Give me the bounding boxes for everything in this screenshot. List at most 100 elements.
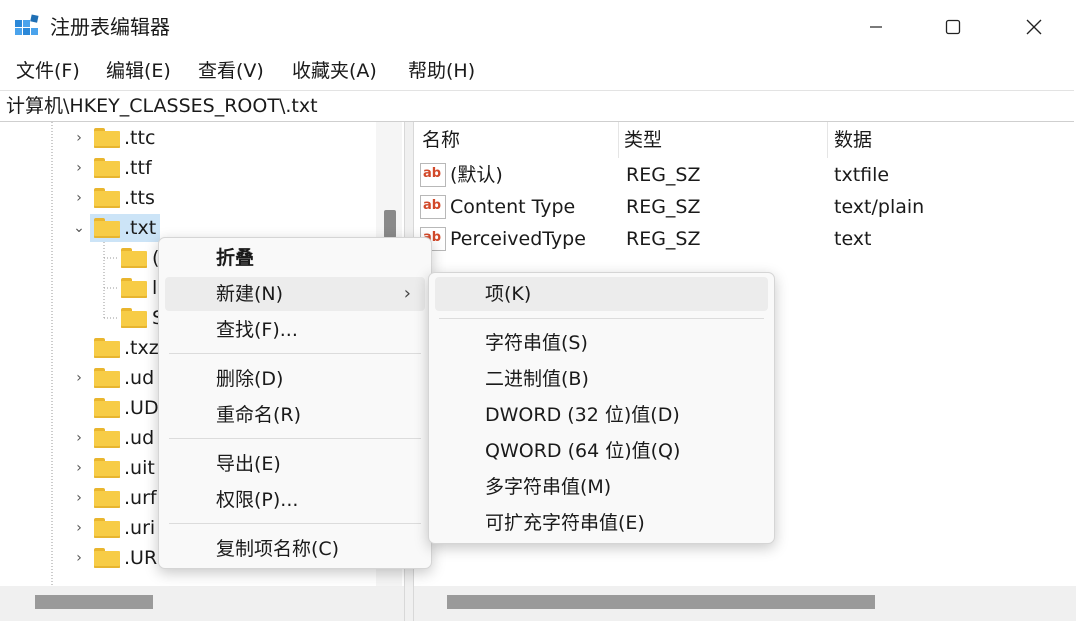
folder-icon [94, 158, 120, 178]
submenu-item-expandable-string-value[interactable]: 可扩充字符串值(E) [435, 506, 768, 540]
menu-item-label: QWORD (64 位)值(Q) [485, 440, 681, 462]
tree-horizontal-scroll-thumb[interactable] [35, 595, 153, 609]
tree-item-label[interactable]: .ttf [124, 153, 152, 183]
menu-edit[interactable]: 编辑(E) [106, 58, 171, 84]
chevron-right-icon[interactable]: › [72, 191, 86, 205]
menu-item-new[interactable]: 新建(N) › [165, 277, 425, 311]
menu-item-label: 可扩充字符串值(E) [485, 512, 645, 534]
folder-icon [94, 368, 120, 388]
menu-item-label: 删除(D) [216, 368, 284, 390]
registry-editor-icon [15, 14, 39, 35]
tree-item-label[interactable]: .ttc [124, 123, 155, 153]
folder-icon [94, 188, 120, 208]
folder-icon [94, 458, 120, 478]
tree-item-label[interactable]: l [152, 273, 157, 303]
menu-item-label: 项(K) [485, 283, 532, 305]
submenu-item-multi-string-value[interactable]: 多字符串值(M) [435, 470, 768, 504]
chevron-down-icon[interactable]: ⌄ [72, 221, 86, 235]
submenu-arrow-icon: › [403, 283, 411, 304]
close-icon [1026, 19, 1042, 35]
menu-separator [169, 353, 421, 354]
chevron-right-icon[interactable]: › [72, 431, 86, 445]
context-menu: 折叠 新建(N) › 查找(F)... 删除(D) 重命名(R) 导出(E) 权… [158, 237, 432, 569]
value-type: REG_SZ [626, 164, 701, 186]
menu-item-export[interactable]: 导出(E) [165, 447, 425, 481]
chevron-right-icon[interactable]: › [72, 521, 86, 535]
value-name[interactable]: Content Type [450, 192, 575, 222]
chevron-right-icon[interactable]: › [72, 131, 86, 145]
chevron-right-icon[interactable]: › [72, 161, 86, 175]
folder-icon [94, 428, 120, 448]
menu-separator [169, 523, 421, 524]
folder-icon [94, 338, 120, 358]
value-data: txtfile [834, 164, 890, 186]
menu-separator [439, 318, 764, 319]
tree-item-label[interactable]: .tts [124, 183, 155, 213]
chevron-right-icon[interactable]: › [72, 371, 86, 385]
tree-item-label[interactable]: .txz [124, 333, 159, 363]
list-horizontal-scroll-thumb[interactable] [447, 595, 875, 609]
menu-separator [169, 438, 421, 439]
tree-vertical-scroll-thumb[interactable] [384, 210, 396, 238]
menu-item-label: 字符串值(S) [485, 332, 588, 354]
tree-item-label[interactable]: .UD [124, 393, 159, 423]
column-separator[interactable] [827, 122, 828, 158]
submenu-item-dword-value[interactable]: DWORD (32 位)值(D) [435, 398, 768, 432]
folder-icon [94, 128, 120, 148]
maximize-button[interactable] [913, 0, 993, 54]
value-name[interactable]: (默认) [450, 160, 503, 190]
folder-icon [94, 218, 120, 238]
tree-item-label[interactable]: .ud [124, 363, 154, 393]
submenu-item-string-value[interactable]: 字符串值(S) [435, 326, 768, 360]
address-bar[interactable]: 计算机\HKEY_CLASSES_ROOT\.txt [0, 90, 1074, 122]
folder-icon [121, 248, 147, 268]
menu-item-label: 重命名(R) [216, 404, 302, 426]
tree-item-label[interactable]: .urf [124, 483, 157, 513]
submenu-item-qword-value[interactable]: QWORD (64 位)值(Q) [435, 434, 768, 468]
menu-view[interactable]: 查看(V) [198, 58, 264, 84]
column-header-name[interactable]: 名称 [422, 122, 460, 158]
column-header-data[interactable]: 数据 [834, 122, 872, 158]
tree-item-label[interactable]: .uit [124, 453, 155, 483]
menu-item-label: 查找(F)... [216, 319, 298, 341]
menu-help[interactable]: 帮助(H) [408, 58, 475, 84]
minimize-icon [870, 26, 882, 28]
menu-item-collapse[interactable]: 折叠 [165, 241, 425, 275]
menu-favorites[interactable]: 收藏夹(A) [292, 58, 377, 84]
menu-item-permissions[interactable]: 权限(P)... [165, 483, 425, 517]
submenu-item-key[interactable]: 项(K) [435, 277, 768, 311]
menu-file[interactable]: 文件(F) [16, 58, 80, 84]
menu-item-label: 新建(N) [216, 283, 284, 305]
menu-item-label: 权限(P)... [216, 489, 299, 511]
column-header-type[interactable]: 类型 [624, 122, 662, 158]
address-path[interactable]: 计算机\HKEY_CLASSES_ROOT\.txt [6, 93, 318, 119]
menu-item-copy-key-name[interactable]: 复制项名称(C) [165, 532, 425, 566]
new-submenu: 项(K) 字符串值(S) 二进制值(B) DWORD (32 位)值(D) QW… [428, 272, 775, 544]
menu-item-rename[interactable]: 重命名(R) [165, 398, 425, 432]
value-type: REG_SZ [626, 228, 701, 250]
title-bar: 注册表编辑器 [0, 0, 1076, 54]
minimize-button[interactable] [836, 0, 916, 54]
value-name[interactable]: PerceivedType [450, 224, 586, 254]
folder-icon [94, 548, 120, 568]
column-separator[interactable] [618, 122, 619, 158]
maximize-icon [945, 19, 961, 35]
folder-icon [94, 518, 120, 538]
tree-item-label[interactable]: .ud [124, 423, 154, 453]
menu-item-find[interactable]: 查找(F)... [165, 313, 425, 347]
close-button[interactable] [994, 0, 1074, 54]
chevron-right-icon[interactable]: › [72, 551, 86, 565]
tree-item-label[interactable]: .UR [124, 543, 157, 573]
menu-item-delete[interactable]: 删除(D) [165, 362, 425, 396]
chevron-right-icon[interactable]: › [72, 491, 86, 505]
menu-item-label: DWORD (32 位)值(D) [485, 404, 680, 426]
tree-item-label[interactable]: .txt [124, 213, 156, 243]
tree-item-label[interactable]: .uri [124, 513, 155, 543]
window-title: 注册表编辑器 [50, 15, 170, 39]
string-value-icon: ab [420, 195, 446, 219]
chevron-right-icon[interactable]: › [72, 461, 86, 475]
menu-item-label: 二进制值(B) [485, 368, 589, 390]
value-data: text/plain [834, 196, 925, 218]
value-type: REG_SZ [626, 196, 701, 218]
submenu-item-binary-value[interactable]: 二进制值(B) [435, 362, 768, 396]
